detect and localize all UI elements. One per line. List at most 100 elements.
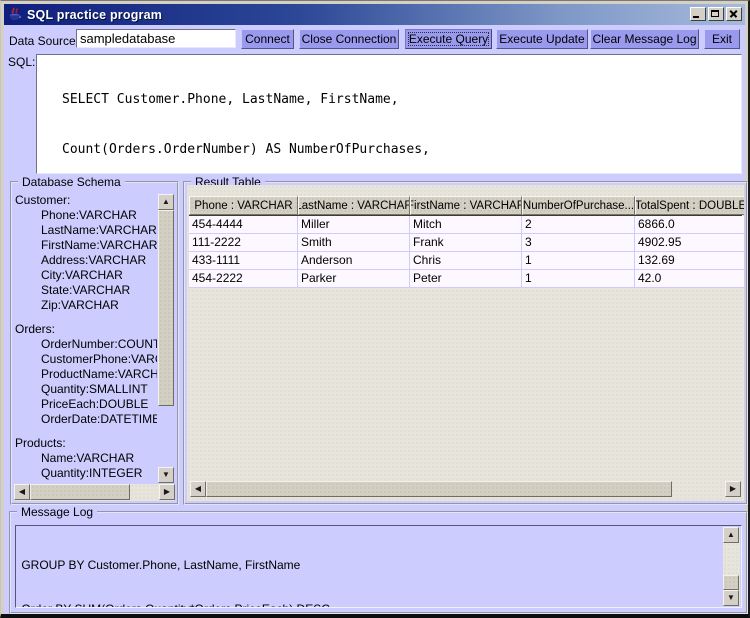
- data-source-label: Data Source:: [9, 34, 80, 48]
- scroll-down-button[interactable]: ▼: [723, 590, 739, 606]
- table-cell[interactable]: 111-2222: [189, 234, 298, 252]
- log-vertical-scrollbar[interactable]: ▲ ▼: [723, 527, 740, 606]
- sql-line: SELECT Customer.Phone, LastName, FirstNa…: [62, 91, 399, 107]
- scroll-down-button[interactable]: ▼: [158, 467, 174, 483]
- schema-field: Phone:VARCHAR: [41, 208, 137, 222]
- message-log-title: Message Log: [17, 505, 98, 519]
- schema-field: Quantity:SMALLINT: [41, 382, 148, 396]
- client-area: Data Source: Connect Close Connection Ex…: [4, 25, 748, 614]
- minimize-button[interactable]: [690, 7, 706, 21]
- table-cell[interactable]: 1: [522, 252, 635, 270]
- left-arrow-icon: ◀: [194, 484, 202, 493]
- message-log-panel: Message Log GROUP BY Customer.Phone, Las…: [9, 505, 748, 614]
- schema-field: CustomerPhone:VARCHAR: [41, 352, 157, 366]
- scrollbar-thumb[interactable]: [723, 575, 739, 590]
- column-header-numberofpurchases[interactable]: NumberOfPurchase...: [522, 196, 635, 215]
- table-row[interactable]: 454-2222 Parker Peter 1 42.0: [189, 270, 744, 288]
- down-arrow-icon: ▼: [162, 470, 170, 479]
- table-cell[interactable]: Peter: [410, 270, 522, 288]
- up-arrow-icon: ▲: [162, 197, 170, 206]
- schema-list[interactable]: Customer: Phone:VARCHAR LastName:VARCHAR…: [15, 193, 157, 483]
- column-header-lastname[interactable]: LastName : VARCHAR: [298, 196, 410, 215]
- table-cell[interactable]: 2: [522, 216, 635, 234]
- scroll-right-button[interactable]: ▶: [159, 484, 175, 500]
- table-cell[interactable]: Smith: [298, 234, 410, 252]
- schema-field: ProductName:VARCHAR: [41, 367, 157, 381]
- column-header-firstname[interactable]: FirstName : VARCHAR: [410, 196, 522, 215]
- window-title: SQL practice program: [27, 7, 163, 22]
- sql-label: SQL:: [8, 55, 36, 69]
- maximize-button[interactable]: [708, 7, 724, 21]
- connect-button[interactable]: Connect: [241, 29, 294, 49]
- schema-field: Address:VARCHAR: [41, 253, 147, 267]
- table-cell[interactable]: Frank: [410, 234, 522, 252]
- table-row[interactable]: 111-2222 Smith Frank 3 4902.95: [189, 234, 744, 252]
- close-button[interactable]: [726, 7, 742, 21]
- table-cell[interactable]: 433-1111: [189, 252, 298, 270]
- up-arrow-icon: ▲: [727, 530, 735, 539]
- table-cell[interactable]: 454-4444: [189, 216, 298, 234]
- schema-table-name: Orders:: [15, 322, 56, 336]
- table-cell[interactable]: 6866.0: [635, 216, 744, 234]
- result-table-viewport: Phone : VARCHAR LastName : VARCHAR First…: [187, 185, 744, 501]
- exit-button[interactable]: Exit: [704, 29, 740, 49]
- scrollbar-thumb[interactable]: [158, 210, 174, 406]
- schema-table-name: Customer:: [15, 193, 71, 207]
- scroll-left-button[interactable]: ◀: [14, 484, 30, 500]
- table-cell[interactable]: 3: [522, 234, 635, 252]
- scroll-up-button[interactable]: ▲: [158, 194, 174, 210]
- app-window: SQL practice program Data Source: Connec…: [0, 0, 750, 618]
- table-cell[interactable]: 4902.95: [635, 234, 744, 252]
- schema-field: Name:VARCHAR: [41, 451, 135, 465]
- message-log-text: GROUP BY Customer.Phone, LastName, First…: [18, 529, 721, 607]
- scroll-right-button[interactable]: ▶: [725, 481, 741, 497]
- database-schema-title: Database Schema: [18, 175, 125, 189]
- scroll-up-button[interactable]: ▲: [723, 527, 739, 543]
- table-cell[interactable]: Mitch: [410, 216, 522, 234]
- result-table-header: Phone : VARCHAR LastName : VARCHAR First…: [189, 196, 744, 216]
- close-connection-button[interactable]: Close Connection: [299, 29, 399, 49]
- right-arrow-icon: ▶: [163, 487, 171, 496]
- table-row[interactable]: 433-1111 Anderson Chris 1 132.69: [189, 252, 744, 270]
- schema-field: OrderDate:DATETIME: [41, 412, 157, 426]
- execute-query-button[interactable]: Execute Query: [405, 29, 492, 49]
- schema-field: Quantity:INTEGER: [41, 466, 143, 480]
- table-cell[interactable]: 454-2222: [189, 270, 298, 288]
- execute-update-button[interactable]: Execute Update: [496, 29, 588, 49]
- left-arrow-icon: ◀: [18, 487, 26, 496]
- message-log-textarea[interactable]: GROUP BY Customer.Phone, LastName, First…: [15, 525, 742, 608]
- table-cell[interactable]: Chris: [410, 252, 522, 270]
- schema-field: Zip:VARCHAR: [41, 298, 119, 312]
- schema-field: LastName:VARCHAR: [41, 223, 157, 237]
- data-source-input[interactable]: [76, 29, 236, 48]
- result-horizontal-scrollbar[interactable]: ◀ ▶: [190, 481, 741, 498]
- table-cell[interactable]: 132.69: [635, 252, 744, 270]
- table-row[interactable]: 454-4444 Miller Mitch 2 6866.0: [189, 216, 744, 234]
- result-table-panel: Result Table Phone : VARCHAR LastName : …: [183, 175, 748, 505]
- scroll-left-button[interactable]: ◀: [190, 481, 206, 497]
- minimize-icon: [693, 16, 699, 18]
- right-arrow-icon: ▶: [729, 484, 737, 493]
- column-header-phone[interactable]: Phone : VARCHAR: [189, 196, 298, 215]
- scrollbar-thumb[interactable]: [30, 484, 130, 500]
- column-header-totalspent[interactable]: TotalSpent : DOUBLE: [635, 196, 744, 215]
- maximize-icon: [711, 10, 719, 17]
- sql-line: Count(Orders.OrderNumber) AS NumberOfPur…: [62, 141, 430, 157]
- schema-horizontal-scrollbar[interactable]: ◀ ▶: [14, 484, 175, 501]
- table-cell[interactable]: Anderson: [298, 252, 410, 270]
- schema-field: State:VARCHAR: [41, 283, 131, 297]
- scrollbar-thumb[interactable]: [206, 481, 672, 497]
- table-cell[interactable]: Parker: [298, 270, 410, 288]
- table-cell[interactable]: 1: [522, 270, 635, 288]
- title-bar[interactable]: SQL practice program: [4, 4, 745, 25]
- schema-table-name: Products:: [15, 436, 66, 450]
- sql-editor[interactable]: SELECT Customer.Phone, LastName, FirstNa…: [36, 54, 742, 174]
- table-cell[interactable]: Miller: [298, 216, 410, 234]
- schema-field: OrderNumber:COUNTER: [41, 337, 157, 351]
- database-schema-panel: Database Schema Customer: Phone:VARCHAR …: [10, 175, 179, 505]
- schema-vertical-scrollbar[interactable]: ▲ ▼: [158, 194, 175, 483]
- clear-message-log-button[interactable]: Clear Message Log: [590, 29, 699, 49]
- schema-field: FirstName:VARCHAR: [41, 238, 157, 252]
- table-cell[interactable]: 42.0: [635, 270, 744, 288]
- result-table: Phone : VARCHAR LastName : VARCHAR First…: [189, 196, 744, 288]
